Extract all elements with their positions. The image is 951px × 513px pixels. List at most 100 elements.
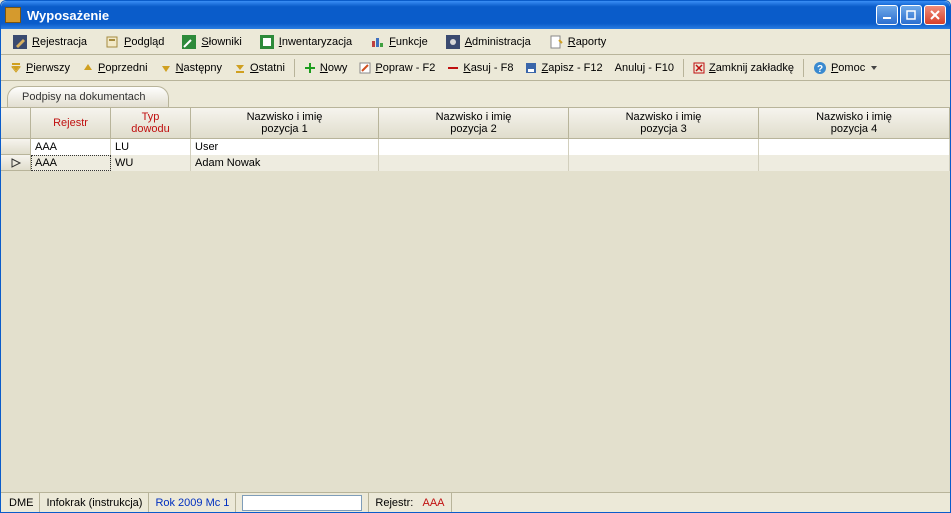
menu-label: Inwentaryzacja [279,36,352,48]
tool-label: Popraw - F2 [375,62,435,74]
table-row[interactable]: AAA LU User [1,139,950,155]
tool-label: Zapisz - F12 [541,62,602,74]
cell-typ[interactable]: LU [111,139,191,155]
plus-icon [304,62,316,74]
row-indicator [1,139,31,155]
first-button[interactable]: Pierwszy [5,60,75,76]
column-indicator[interactable] [1,108,31,138]
functions-icon [370,35,384,49]
save-button[interactable]: Zapisz - F12 [520,60,607,76]
titlebar: Wyposażenie [1,1,950,29]
tab-row: Podpisy na dokumentach [1,81,950,107]
data-grid: Rejestr Typ dowodu Nazwisko i imię pozyc… [1,107,950,492]
delete-button[interactable]: Kasuj - F8 [442,60,518,76]
column-pozycja-2[interactable]: Nazwisko i imię pozycja 2 [379,108,569,138]
column-pozycja-3[interactable]: Nazwisko i imię pozycja 3 [569,108,759,138]
window-title: Wyposażenie [27,8,876,23]
tool-label: Poprzedni [98,62,148,74]
maximize-button[interactable] [900,5,922,25]
new-button[interactable]: Nowy [299,60,353,76]
next-button[interactable]: Następny [155,60,227,76]
menu-podglad[interactable]: Podgląd [97,32,172,52]
tool-label: Następny [176,62,222,74]
statusbar: DME Infokrak (instrukcja) Rok 2009 Mc 1 … [1,492,950,512]
table-row[interactable]: AAA WU Adam Nowak [1,155,950,171]
row-indicator [1,155,31,171]
chevron-down-icon [871,66,877,70]
cell-rejestr[interactable]: AAA [31,139,111,155]
inventory-icon [260,35,274,49]
preview-icon [105,35,119,49]
tool-label: Pomoc [831,62,865,74]
column-rejestr[interactable]: Rejestr [31,108,111,138]
close-tab-button[interactable]: Zamknij zakładkę [688,60,799,76]
menu-raporty[interactable]: Raporty [541,32,615,52]
arrow-down-icon [160,62,172,74]
column-typ-dowodu[interactable]: Typ dowodu [111,108,191,138]
cell-p3[interactable] [569,139,759,155]
column-pozycja-1[interactable]: Nazwisko i imię pozycja 1 [191,108,379,138]
status-rejestr-label: Rejestr: [375,497,413,509]
menu-inwentaryzacja[interactable]: Inwentaryzacja [252,32,360,52]
status-rok-mc[interactable]: Rok 2009 Mc 1 [149,493,236,512]
tool-label: Kasuj - F8 [463,62,513,74]
cancel-button[interactable]: Anuluj - F10 [610,60,679,76]
book-icon [182,35,196,49]
menu-administracja[interactable]: Administracja [438,32,539,52]
window-buttons [876,5,946,25]
cell-p3[interactable] [569,155,759,171]
separator [683,59,684,77]
edit-icon [359,62,371,74]
minus-icon [447,62,459,74]
pen-icon [13,35,27,49]
arrow-up-icon [82,62,94,74]
svg-text:?: ? [817,64,823,75]
help-button[interactable]: ? Pomoc [808,59,882,77]
status-infokrak[interactable]: Infokrak (instrukcja) [40,493,149,512]
report-icon [549,35,563,49]
app-window: Wyposażenie Rejestracja Podgląd Słowniki [0,0,951,513]
status-input[interactable] [242,495,362,511]
status-rejestr-value: AAA [423,497,445,509]
toolbar: Pierwszy Poprzedni Następny Ostatni Nowy… [1,55,950,81]
close-tab-icon [693,62,705,74]
cell-rejestr[interactable]: AAA [31,155,111,171]
app-icon [5,7,21,23]
prev-button[interactable]: Poprzedni [77,60,153,76]
menu-label: Podgląd [124,36,164,48]
close-button[interactable] [924,5,946,25]
menu-slowniki[interactable]: Słowniki [174,32,249,52]
cell-p2[interactable] [379,139,569,155]
tool-label: Pierwszy [26,62,70,74]
column-pozycja-4[interactable]: Nazwisko i imię pozycja 4 [759,108,950,138]
grid-header: Rejestr Typ dowodu Nazwisko i imię pozyc… [1,108,950,139]
minimize-icon [882,10,892,20]
cell-p4[interactable] [759,155,950,171]
menu-rejestracja[interactable]: Rejestracja [5,32,95,52]
arrow-first-icon [10,62,22,74]
arrow-last-icon [234,62,246,74]
status-rejestr: Rejestr: AAA [369,493,451,512]
edit-button[interactable]: Popraw - F2 [354,60,440,76]
menu-label: Funkcje [389,36,428,48]
cell-typ[interactable]: WU [111,155,191,171]
tab-podpisy[interactable]: Podpisy na dokumentach [7,86,169,107]
save-icon [525,62,537,74]
menubar: Rejestracja Podgląd Słowniki Inwentaryza… [1,29,950,55]
last-button[interactable]: Ostatni [229,60,290,76]
menu-funkcje[interactable]: Funkcje [362,32,436,52]
minimize-button[interactable] [876,5,898,25]
status-dme[interactable]: DME [3,493,40,512]
cell-p1[interactable]: User [191,139,379,155]
cell-p1[interactable]: Adam Nowak [191,155,379,171]
grid-body: AAA LU User AAA WU Adam Nowak [1,139,950,171]
menu-label: Raporty [568,36,607,48]
tool-label: Ostatni [250,62,285,74]
admin-icon [446,35,460,49]
menu-label: Administracja [465,36,531,48]
cell-p2[interactable] [379,155,569,171]
maximize-icon [906,10,916,20]
cell-p4[interactable] [759,139,950,155]
tool-label: Zamknij zakładkę [709,62,794,74]
separator [803,59,804,77]
